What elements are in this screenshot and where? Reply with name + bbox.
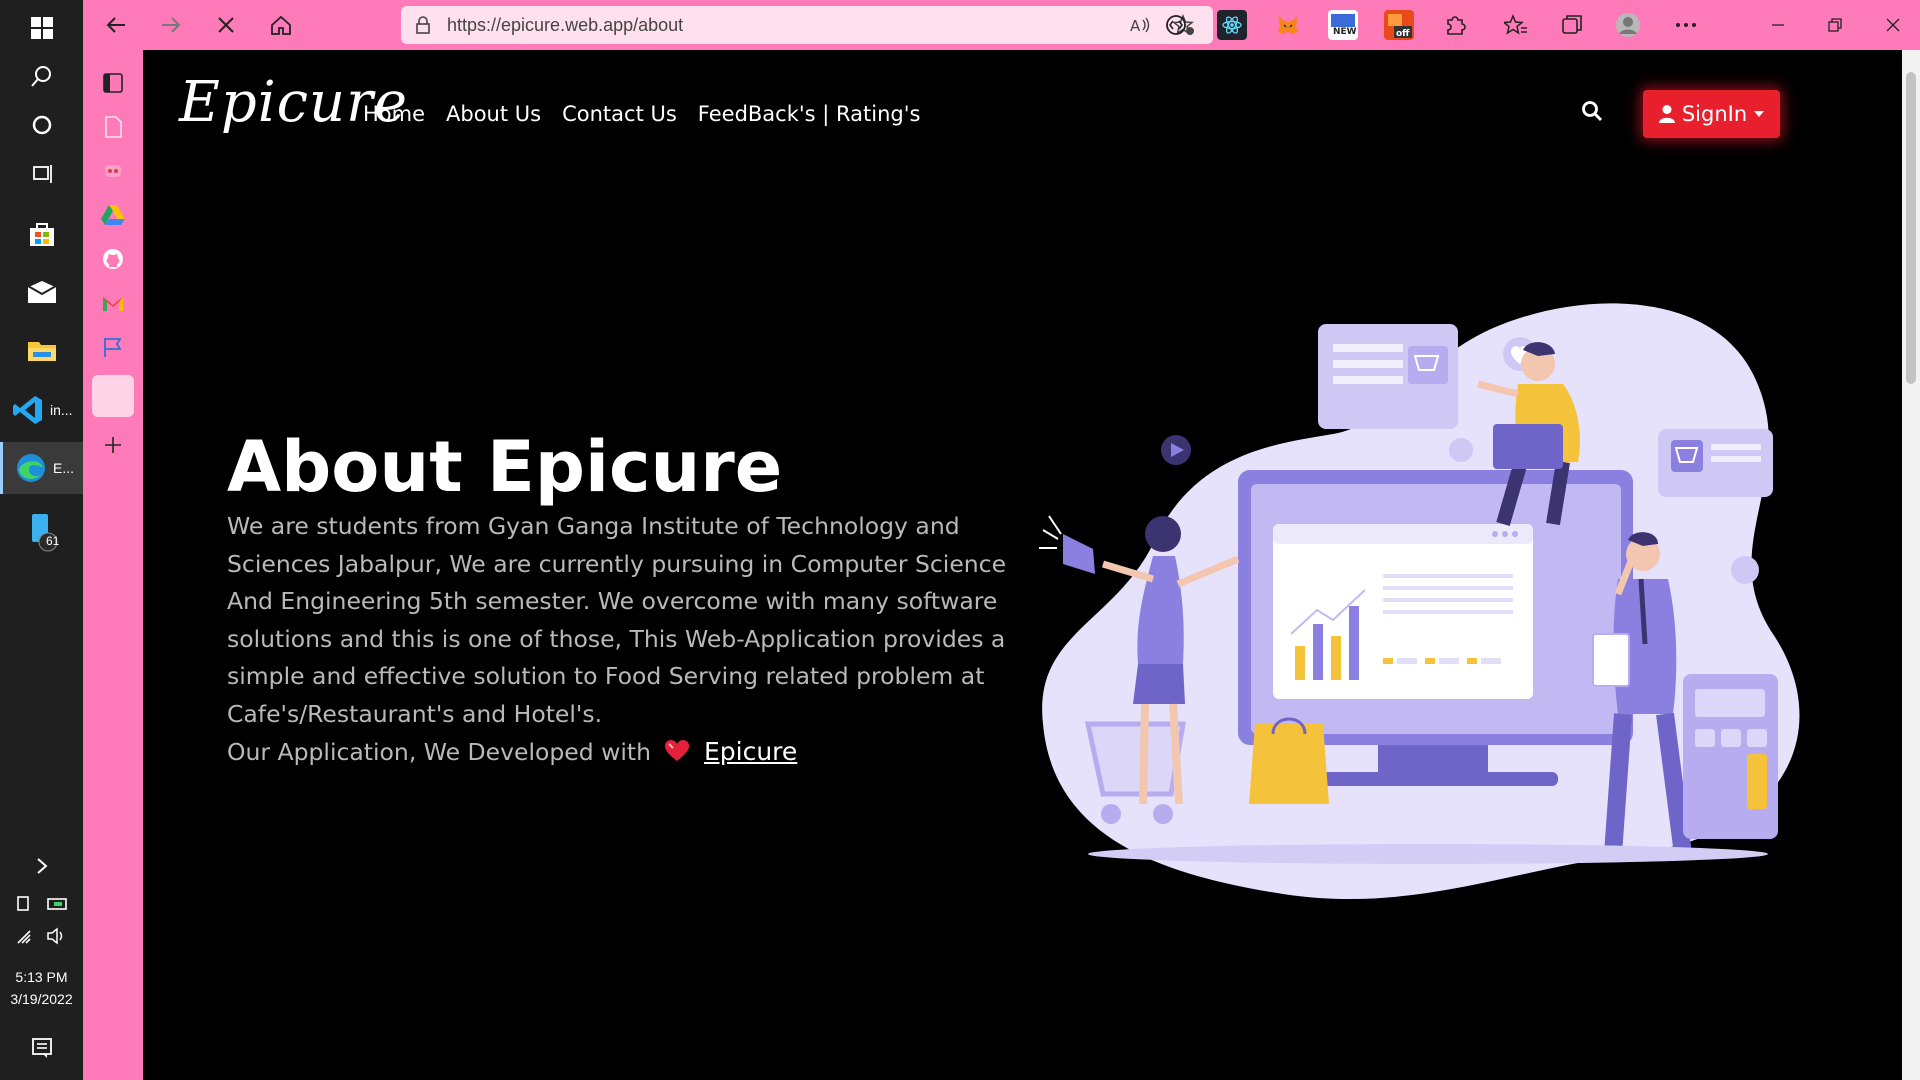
main-navigation: Home About Us Contact Us FeedBack's | Ra…: [363, 102, 920, 126]
network-volume-icons[interactable]: [0, 918, 83, 954]
extension-coupon-icon[interactable]: off: [1384, 10, 1414, 40]
about-description: We are students from Gyan Ganga Institut…: [227, 508, 1027, 772]
url-text: https://epicure.web.app/about: [447, 14, 684, 35]
minimize-icon[interactable]: [1763, 10, 1793, 40]
stop-loading-icon[interactable]: [209, 8, 243, 42]
system-clock[interactable]: 5:13 PM 3/19/2022: [0, 966, 83, 1010]
search-icon[interactable]: [0, 48, 83, 104]
browser-toolbar: https://epicure.web.app/about A NEW off: [83, 0, 1920, 50]
nav-contact-us[interactable]: Contact Us: [562, 102, 677, 126]
clock-time: 5:13 PM: [15, 969, 68, 985]
page-scrollbar[interactable]: [1902, 50, 1920, 1080]
extension-badge-text: NEW: [1333, 27, 1356, 37]
nav-home[interactable]: Home: [363, 102, 425, 126]
heart-icon: [665, 740, 690, 761]
site-search-icon[interactable]: [1581, 100, 1611, 130]
page-title: About Epicure: [227, 426, 783, 508]
woman-figure: [1145, 516, 1181, 552]
system-tray-icons[interactable]: [0, 886, 83, 922]
tab-actions-icon[interactable]: [100, 70, 126, 96]
like-bubble-icon: [1731, 556, 1759, 584]
forward-icon[interactable]: [154, 8, 188, 42]
epicure-link[interactable]: Epicure: [704, 737, 797, 766]
home-icon[interactable]: [264, 8, 298, 42]
lock-icon: [416, 16, 430, 34]
nav-feedback-ratings[interactable]: FeedBack's | Rating's: [698, 102, 921, 126]
back-icon[interactable]: [99, 8, 133, 42]
collections-icon[interactable]: [1557, 10, 1587, 40]
tab-google-drive-icon[interactable]: [100, 202, 126, 228]
marketing-illustration: [1039, 303, 1800, 900]
notification-center-icon[interactable]: [0, 1020, 83, 1076]
store-icon[interactable]: [0, 206, 83, 262]
nav-about-us[interactable]: About Us: [446, 102, 541, 126]
svg-text:A: A: [1130, 17, 1141, 35]
developed-prefix: Our Application, We Developed with: [227, 738, 651, 766]
signin-dropdown-button[interactable]: SignIn: [1643, 90, 1780, 138]
profile-avatar-icon[interactable]: [1613, 10, 1643, 40]
extension-news-icon[interactable]: NEW: [1328, 10, 1358, 40]
favorites-icon[interactable]: [1501, 10, 1531, 40]
shopping-cart: [1084, 721, 1186, 797]
developed-with-line: Our Application, We Developed with Epicu…: [227, 733, 1027, 772]
edge-icon: [17, 454, 45, 482]
clock-date: 3/19/2022: [10, 991, 73, 1007]
vscode-icon: [13, 396, 42, 424]
signin-label: SignIn: [1681, 102, 1748, 126]
cortana-icon[interactable]: [0, 97, 83, 153]
extension-devtools-icon[interactable]: [1161, 10, 1191, 40]
user-icon: [1658, 105, 1675, 123]
taskbar-app-label: E...: [53, 460, 75, 476]
address-bar[interactable]: https://epicure.web.app/about A: [401, 6, 1213, 44]
close-icon[interactable]: [1878, 10, 1908, 40]
tab-gmail-icon[interactable]: [100, 290, 126, 316]
extensions-puzzle-icon[interactable]: [1440, 10, 1470, 40]
taskbar-app-edge[interactable]: E...: [0, 442, 83, 494]
page-content: Epicure Home About Us Contact Us FeedBac…: [143, 50, 1902, 1080]
restore-icon[interactable]: [1820, 10, 1850, 40]
scrollbar-thumb[interactable]: [1906, 72, 1916, 384]
tab-robot-icon[interactable]: [100, 158, 126, 184]
task-view-icon[interactable]: [0, 146, 83, 202]
file-explorer-icon[interactable]: [0, 322, 83, 378]
notification-badge: 61: [46, 534, 60, 548]
tab-github-icon[interactable]: [100, 246, 126, 272]
phone-app-icon[interactable]: 61: [0, 504, 83, 560]
windows-taskbar: in... E... 61 5:13 PM 3/19/2022: [0, 0, 83, 1080]
mail-icon[interactable]: [0, 264, 83, 320]
tab-flag-icon[interactable]: [100, 334, 126, 360]
caret-down-icon: [1754, 111, 1765, 117]
tab-page-icon[interactable]: [100, 114, 126, 140]
new-tab-icon[interactable]: [100, 432, 126, 458]
like-bubble-icon: [1449, 438, 1473, 462]
shopping-bag: [1249, 724, 1329, 804]
extension-react-icon[interactable]: [1217, 10, 1247, 40]
extension-metamask-icon[interactable]: [1273, 10, 1303, 40]
extension-badge-text: off: [1396, 29, 1410, 38]
read-aloud-icon[interactable]: A: [1129, 14, 1151, 36]
taskbar-app-vscode[interactable]: in...: [0, 384, 83, 436]
more-options-icon[interactable]: [1671, 10, 1701, 40]
chevron-right-icon[interactable]: [0, 846, 83, 886]
tab-active-epicure[interactable]: [92, 375, 134, 417]
browser-sidebar: [83, 50, 143, 1080]
description-text: We are students from Gyan Ganga Institut…: [227, 512, 1007, 728]
taskbar-app-label: in...: [50, 402, 73, 418]
